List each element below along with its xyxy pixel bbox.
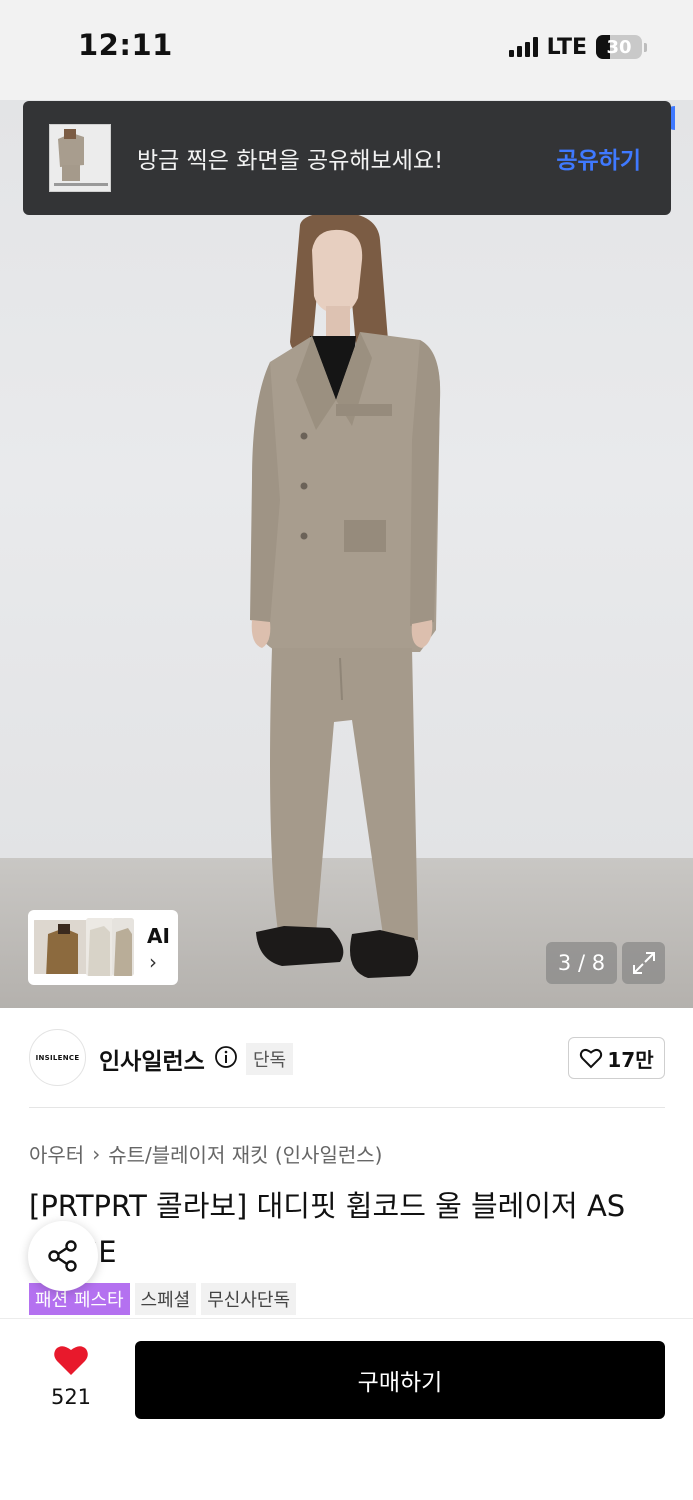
brand-name[interactable]: 인사일런스 bbox=[99, 1042, 205, 1076]
ai-thumbnail bbox=[112, 918, 134, 976]
image-counter: 3 / 8 bbox=[546, 942, 617, 984]
brand-row: INSILENCE 인사일런스 단독 17만 bbox=[0, 1008, 693, 1108]
info-icon[interactable] bbox=[214, 1045, 238, 1069]
brand-like-button[interactable]: 17만 bbox=[568, 1037, 665, 1079]
screenshot-thumbnail bbox=[49, 124, 111, 192]
expand-button[interactable] bbox=[622, 942, 665, 984]
network-label: LTE bbox=[546, 34, 587, 60]
status-bar: 12:11 LTE 30 bbox=[0, 0, 693, 100]
share-button[interactable] bbox=[28, 1221, 98, 1291]
toast-message: 방금 찍은 화면을 공유해보세요! bbox=[137, 148, 444, 174]
battery-icon: 30 bbox=[596, 35, 642, 59]
favorite-button[interactable]: 521 bbox=[40, 1343, 102, 1409]
ai-styling-button[interactable]: AI › bbox=[28, 910, 178, 985]
product-title: [PRTPRT 콜라보] 대디핏 휩코드 울 블레이저 AS BEIGE bbox=[29, 1189, 626, 1269]
ai-thumbnail bbox=[86, 918, 114, 976]
favorite-count: 521 bbox=[50, 1385, 92, 1409]
share-now-button[interactable]: 공유하기 bbox=[556, 141, 641, 175]
tag-special: 스페셜 bbox=[134, 1283, 197, 1315]
tag-musinsa-exclusive: 무신사단독 bbox=[201, 1283, 297, 1315]
share-toast: 방금 찍은 화면을 공유해보세요! 공유하기 bbox=[23, 101, 671, 215]
product-image[interactable] bbox=[0, 100, 693, 1008]
model-photo bbox=[250, 212, 441, 978]
exclusive-badge: 단독 bbox=[246, 1043, 294, 1075]
chevron-right-icon: › bbox=[149, 950, 157, 974]
status-time: 12:11 bbox=[78, 28, 173, 62]
bottom-purchase-bar: 521 구매하기 bbox=[0, 1318, 693, 1500]
expand-icon bbox=[632, 952, 655, 974]
breadcrumb: 아우터 › 슈트/블레이저 재킷 (인사일런스) bbox=[29, 1139, 382, 1168]
signal-icon bbox=[508, 37, 538, 57]
divider bbox=[29, 1107, 665, 1108]
ai-label: AI bbox=[147, 924, 170, 948]
brand-like-count: 17만 bbox=[607, 1047, 654, 1072]
heart-filled-icon bbox=[54, 1346, 88, 1375]
status-indicators: LTE 30 bbox=[508, 32, 647, 62]
ai-thumbnail bbox=[32, 918, 90, 976]
breadcrumb-category[interactable]: 아우터 bbox=[29, 1139, 84, 1168]
battery-level: 30 bbox=[606, 36, 632, 58]
breadcrumb-subcategory[interactable]: 슈트/블레이저 재킷 (인사일런스) bbox=[108, 1139, 382, 1168]
buy-button[interactable]: 구매하기 bbox=[135, 1341, 665, 1419]
heart-outline-icon bbox=[580, 1049, 603, 1069]
share-icon bbox=[48, 1240, 77, 1272]
brand-logo[interactable]: INSILENCE bbox=[29, 1029, 86, 1086]
tag-fashion-festa: 패션 페스타 bbox=[29, 1283, 130, 1315]
chevron-right-icon: › bbox=[92, 1141, 101, 1166]
